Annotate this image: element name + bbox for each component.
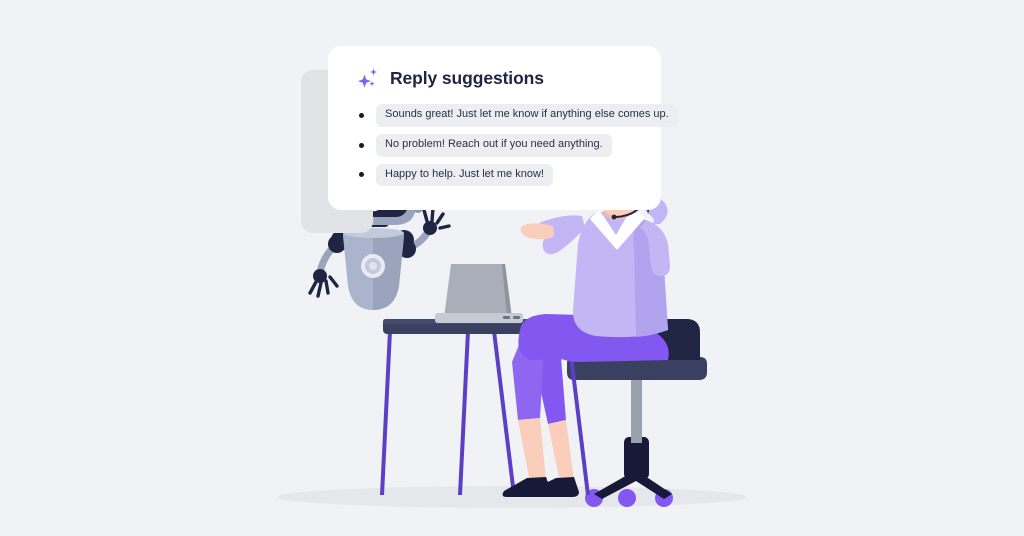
list-item[interactable]: No problem! Reach out if you need anythi… [346, 133, 643, 157]
chair-caster [618, 489, 636, 507]
sparkle-icon [358, 68, 377, 88]
chair-cylinder-lower [624, 437, 649, 479]
shin-front [518, 418, 546, 482]
laptop-port [503, 316, 510, 319]
illustration-canvas: Reply suggestions Sounds great! Just let… [0, 0, 1024, 536]
bullet-icon [359, 172, 364, 178]
suggestion-text[interactable]: Sounds great! Just let me know if anythi… [376, 104, 678, 127]
robot-chest-button-core [369, 262, 377, 270]
laptop-port [513, 316, 520, 319]
robot-hand-right [422, 206, 451, 235]
suggestion-text[interactable]: Happy to help. Just let me know! [376, 163, 553, 187]
bullet-icon [359, 112, 364, 118]
shin-back [548, 420, 574, 482]
desk-leg [492, 331, 516, 495]
list-item[interactable]: Sounds great! Just let me know if anythi… [346, 104, 678, 127]
laptop-screen [444, 264, 512, 318]
suggestion-list: Sounds great! Just let me know if anythi… [346, 104, 678, 187]
suggestion-text[interactable]: No problem! Reach out if you need anythi… [376, 133, 612, 157]
hand-left [520, 223, 554, 240]
reply-suggestions-card[interactable]: Reply suggestions Sounds great! Just let… [328, 46, 678, 210]
headset-mic [611, 214, 617, 220]
desk-leg [458, 331, 470, 495]
desk-leg [380, 331, 392, 495]
list-item[interactable]: Happy to help. Just let me know! [346, 163, 643, 187]
page-title: Reply suggestions [390, 68, 544, 89]
robot-hand-left [308, 269, 339, 298]
laptop [435, 264, 523, 323]
bullet-icon [359, 142, 364, 148]
chair-pole [631, 375, 642, 443]
card-header: Reply suggestions [356, 66, 643, 92]
